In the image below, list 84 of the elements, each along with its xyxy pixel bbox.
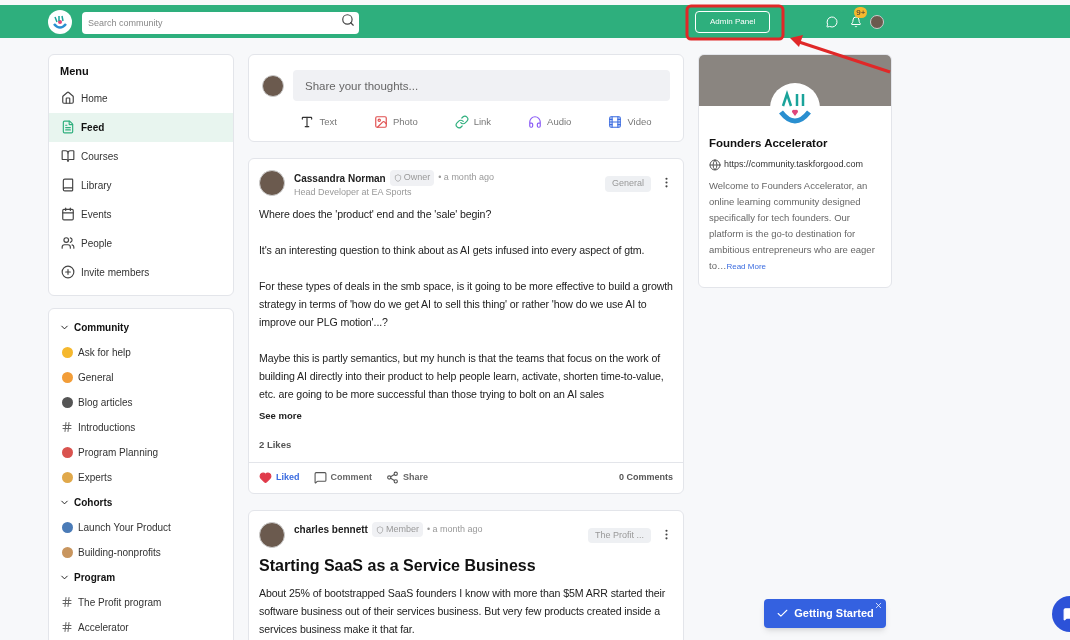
share-button[interactable]: Share xyxy=(386,471,429,485)
community-name: Founders Accelerator xyxy=(709,136,829,151)
menu-item[interactable]: Library xyxy=(49,170,233,200)
shield-icon xyxy=(375,525,384,534)
getting-started-button[interactable]: Getting Started xyxy=(764,599,886,628)
channel-item[interactable]: Experts xyxy=(49,464,233,490)
post-type-button[interactable]: Video xyxy=(608,115,652,130)
audio-icon xyxy=(528,115,543,130)
post-title: Starting SaaS as a Service Business xyxy=(259,555,537,576)
feed-icon xyxy=(61,120,75,134)
text-icon xyxy=(300,115,315,130)
share-icon xyxy=(386,471,400,485)
search-field[interactable]: Search community xyxy=(82,12,359,34)
channel-item[interactable]: The Profit program xyxy=(49,589,233,615)
like-icon xyxy=(259,471,272,485)
menu-title: Menu xyxy=(59,64,90,79)
channel-item[interactable]: Program Planning xyxy=(49,439,233,465)
post-type-button[interactable]: Text xyxy=(300,115,337,130)
check-icon xyxy=(776,607,790,620)
shield-icon xyxy=(393,174,402,182)
library-icon xyxy=(61,178,75,192)
avatar xyxy=(870,14,885,29)
menu-item[interactable]: Feed xyxy=(49,112,233,142)
group-header[interactable]: Community xyxy=(49,314,233,340)
people-icon xyxy=(61,236,75,250)
likes-count: 2 Likes xyxy=(259,437,293,452)
channel-item[interactable]: Ask for help xyxy=(49,339,233,365)
post-text: About 25% of bootstrapped SaaS founders I know with more than $5M ARR started their software business out of their services business. But very few products created inside a services business make it that far. xyxy=(259,585,667,637)
menu-item[interactable]: Events xyxy=(49,199,233,229)
role-badge: Member xyxy=(371,521,423,538)
post-text: It's an interesting question to think about as AI gets infused into every aspect of gtm. xyxy=(259,243,646,259)
comment-icon xyxy=(313,471,327,485)
menu-item[interactable]: Invite members xyxy=(49,257,233,287)
logo-icon[interactable] xyxy=(48,9,72,34)
channel-item[interactable]: General xyxy=(49,364,233,390)
channel-item[interactable]: Blog articles xyxy=(49,389,233,415)
author-name[interactable]: Cassandra Norman xyxy=(294,170,386,186)
post-time: • a month ago xyxy=(438,171,494,185)
notification-badge: 9+ xyxy=(854,6,868,18)
group-header[interactable]: Program xyxy=(49,564,233,590)
post-time: • a month ago xyxy=(426,522,483,536)
author-name[interactable]: charles bennett xyxy=(294,522,368,537)
role-badge: Owner xyxy=(389,170,435,186)
post-text: Maybe this is partly semantics, but my hunch is that the teams that focus on the work of building AI directly into their product to help people learn, activate, shorten time-to-value, etc. are going to be more successful than those trying to bolt on an AI sales xyxy=(259,351,665,403)
group-header[interactable]: Cohorts xyxy=(49,489,233,515)
post-type-button[interactable]: Link xyxy=(454,115,492,130)
avatar xyxy=(259,521,285,548)
post-input[interactable]: Share your thoughts... xyxy=(293,70,670,101)
menu-item[interactable]: Courses xyxy=(49,141,233,171)
menu-item[interactable]: Home xyxy=(49,83,233,113)
home-icon xyxy=(61,91,75,105)
channel-item[interactable]: Introductions xyxy=(49,414,233,440)
community-url[interactable]: https://community.taskforgood.com xyxy=(724,158,863,172)
community-description: Welcome to Founders Accelerator, an online learning community designed specifically for tech founders. Our platform is the go-to destination for ambitious entrepreneurs who are eager to…Read More xyxy=(709,178,876,273)
channel-item[interactable]: Building-nonprofits xyxy=(49,539,233,565)
menu-item[interactable]: People xyxy=(49,228,233,258)
notification-icon[interactable] xyxy=(850,15,863,28)
avatar xyxy=(259,170,285,197)
chat-icon[interactable] xyxy=(826,15,839,28)
plus-icon xyxy=(61,265,75,279)
calendar-icon xyxy=(61,207,75,221)
author-title: Head Developer at EA Sports xyxy=(294,185,413,199)
hash-icon xyxy=(61,421,73,433)
globe-icon xyxy=(709,159,721,171)
post-text: For these types of deals in the smb space, is it going to be more effective to build a growth strategy in terms of 'how do we get AI to sell this thing' or rather 'how do we use AI to improve our PLG motion'...? xyxy=(259,279,673,331)
channel-item[interactable]: Accelerator xyxy=(49,614,233,640)
link-icon xyxy=(454,115,469,130)
read-more-link[interactable]: Read More xyxy=(726,261,766,271)
comment-button[interactable]: Comment xyxy=(313,471,373,485)
post-text: Where does the 'product' end and the 'sale' begin? xyxy=(259,207,493,223)
post-type-button[interactable]: Audio xyxy=(528,115,572,130)
photo-icon xyxy=(373,115,388,130)
search-icon xyxy=(341,13,355,27)
post-type-button[interactable]: Photo xyxy=(373,115,418,130)
book-icon xyxy=(61,149,75,163)
hash-icon xyxy=(61,621,73,633)
comments-count[interactable]: 0 Comments xyxy=(619,471,673,485)
avatar xyxy=(262,74,284,97)
video-icon xyxy=(608,115,623,130)
hash-icon xyxy=(61,596,73,608)
channel-item[interactable]: Launch Your Product xyxy=(49,514,233,540)
see-more-link[interactable]: See more xyxy=(259,409,673,424)
like-button[interactable]: Liked xyxy=(259,471,300,485)
close-icon xyxy=(874,601,883,610)
